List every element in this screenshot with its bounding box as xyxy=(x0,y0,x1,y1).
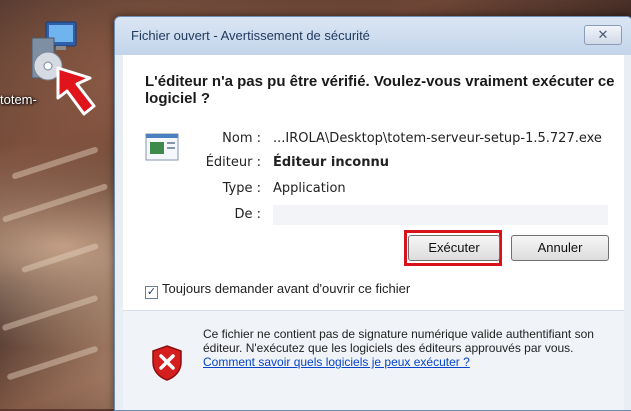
from-value xyxy=(273,205,608,225)
close-icon: ✕ xyxy=(597,27,609,42)
close-button[interactable]: ✕ xyxy=(584,25,622,45)
help-link[interactable]: Comment savoir quels logiciels je peux e… xyxy=(203,355,470,369)
dialog-title: Fichier ouvert - Avertissement de sécuri… xyxy=(131,28,370,43)
dialog-question: L'éditeur n'a pas pu être vérifié. Voule… xyxy=(145,73,615,107)
cancel-button[interactable]: Annuler xyxy=(511,235,609,261)
name-label: Nom : xyxy=(222,131,261,146)
dialog-content: L'éditeur n'a pas pu être vérifié. Voule… xyxy=(123,55,624,410)
red-arrow-icon xyxy=(56,66,96,116)
type-value: Application xyxy=(273,181,346,196)
warning-text-block: Ce fichier ne contient pas de signature … xyxy=(203,327,613,369)
desktop-icon-label[interactable]: totem- xyxy=(0,92,37,107)
always-ask-label[interactable]: Toujours demander avant d'ouvrir ce fich… xyxy=(162,281,410,296)
publisher-label: Éditeur : xyxy=(205,155,261,170)
always-ask-checkbox[interactable]: ✓ xyxy=(145,286,158,299)
type-label: Type : xyxy=(222,181,261,196)
warning-text: Ce fichier ne contient pas de signature … xyxy=(203,327,594,355)
shield-warning-icon xyxy=(152,345,182,381)
name-value: ...IROLA\Desktop\totem-serveur-setup-1.5… xyxy=(273,131,602,146)
from-label: De : xyxy=(234,207,261,222)
publisher-value: Éditeur inconnu xyxy=(273,155,389,170)
run-button[interactable]: Exécuter xyxy=(408,235,500,261)
warning-footer: Ce fichier ne contient pas de signature … xyxy=(123,311,624,410)
always-ask-row: ✓ Toujours demander avant d'ouvrir ce fic… xyxy=(145,281,410,299)
dialog-titlebar[interactable]: Fichier ouvert - Avertissement de sécuri… xyxy=(115,17,631,55)
security-warning-dialog: Fichier ouvert - Avertissement de sécuri… xyxy=(114,16,631,411)
